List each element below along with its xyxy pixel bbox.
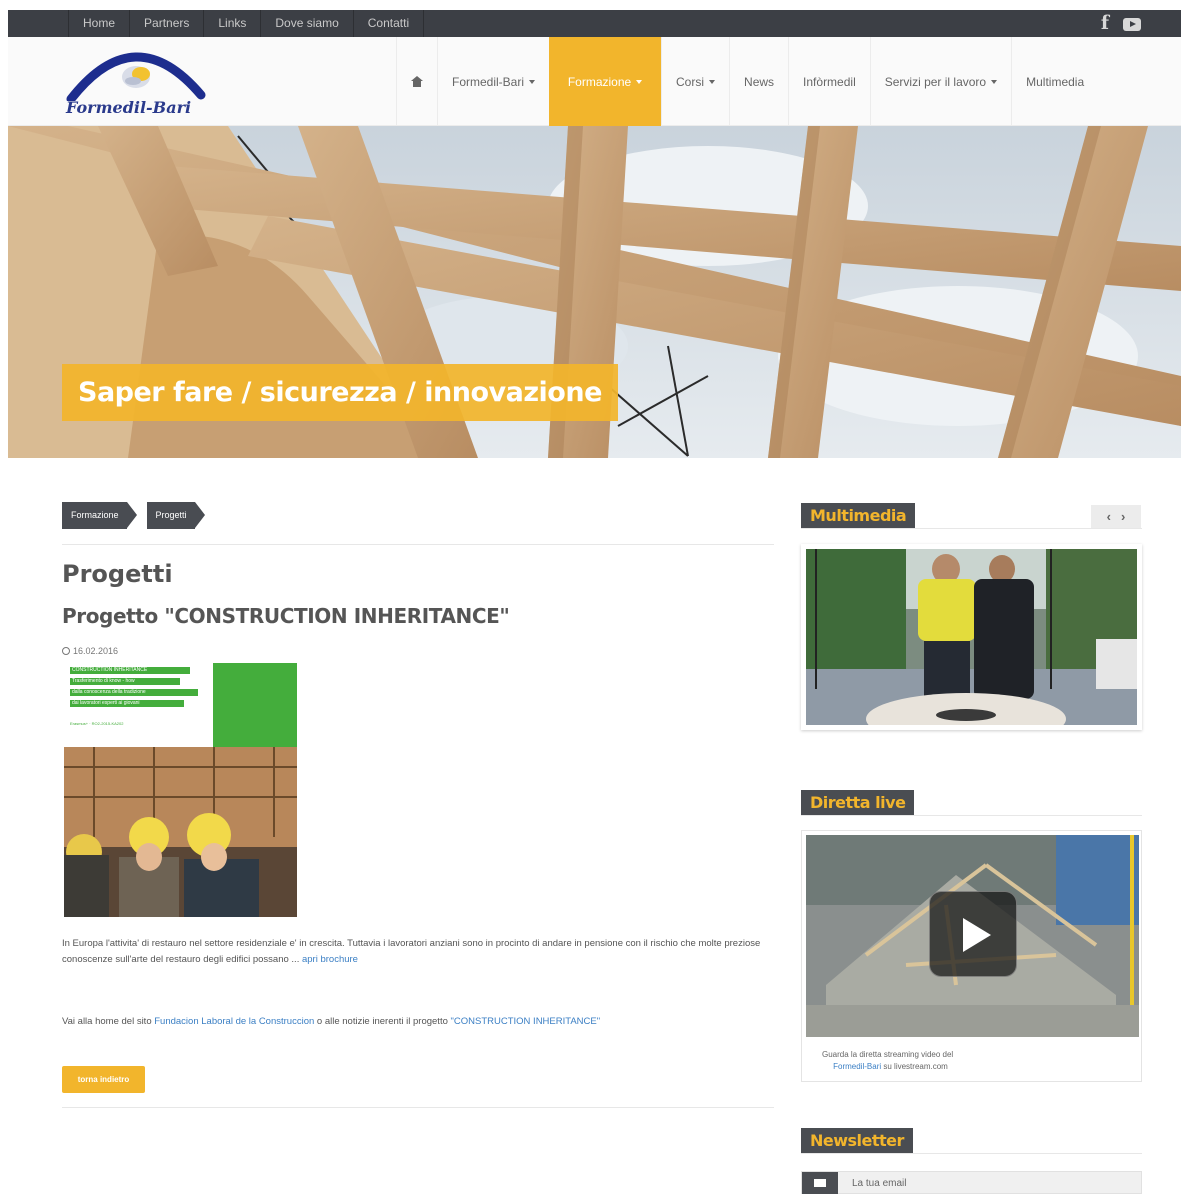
caret-down-icon	[709, 79, 716, 84]
nav-label: News	[744, 74, 775, 89]
back-button[interactable]: torna indietro	[62, 1066, 145, 1093]
envelope-icon	[802, 1172, 838, 1194]
top-link-partners[interactable]: Partners	[130, 10, 205, 37]
newsletter-email-field[interactable]: La tua email	[801, 1171, 1142, 1194]
nav-news[interactable]: News	[729, 37, 788, 126]
nav-label: Infòrmedil	[803, 74, 856, 89]
live-caption: Guarda la diretta streaming video del Fo…	[802, 1049, 1143, 1073]
live-video-player[interactable]	[806, 835, 1139, 1037]
divider	[801, 815, 1142, 816]
article-title[interactable]: Progetto "CONSTRUCTION INHERITANCE"	[62, 604, 510, 628]
nav-corsi[interactable]: Corsi	[661, 37, 729, 126]
brochure-image[interactable]: CONSTRUCTION INHERITANCE Trasferimento d…	[64, 663, 297, 917]
brochure-line: dalla conoscenza della tradizione	[70, 689, 198, 696]
breadcrumb-item-formazione[interactable]: Formazione	[62, 502, 136, 529]
live-stream-widget: Guarda la diretta streaming video del Fo…	[801, 830, 1142, 1082]
nav-multimedia[interactable]: Multimedia	[1011, 37, 1098, 126]
nav-label: Formedil-Bari	[452, 74, 525, 89]
nav-servizi[interactable]: Servizi per il lavoro	[869, 37, 1011, 126]
home-icon	[411, 76, 423, 87]
multimedia-slide[interactable]	[801, 544, 1142, 730]
article-links-paragraph: Vai alla home del sito Fundacion Laboral…	[62, 1014, 782, 1030]
top-link-dove-siamo[interactable]: Dove siamo	[261, 10, 354, 37]
caret-down-icon	[636, 79, 643, 84]
livestream-link[interactable]: Formedil-Bari	[833, 1062, 881, 1071]
nav-formazione[interactable]: Formazione	[549, 37, 662, 126]
brochure-small-text: Erasmus+ · RO2-2015-KA202	[70, 721, 124, 726]
newsletter-title: Newsletter	[801, 1128, 913, 1153]
divider	[801, 1153, 1142, 1154]
top-bar: Home Partners Links Dove siamo Contatti …	[8, 10, 1181, 37]
live-caption-text: Guarda la diretta streaming video del	[822, 1050, 954, 1059]
nav-formedil-bari[interactable]: Formedil-Bari	[437, 37, 549, 126]
live-title: Diretta live	[801, 790, 915, 815]
live-caption-text-2: su livestream.com	[883, 1062, 948, 1071]
clock-icon	[62, 647, 70, 655]
divider	[801, 528, 1142, 529]
caret-down-icon	[991, 79, 998, 84]
workers-photo	[64, 747, 297, 917]
hero-caption: Saper fare / sicurezza / innovazione	[62, 364, 618, 421]
article-date: 16.02.2016	[62, 646, 118, 656]
link-prefix: Vai alla home del sito	[62, 1016, 152, 1027]
breadcrumb-item-progetti[interactable]: Progetti	[146, 502, 205, 529]
logo-text: Formedil-Bari	[66, 98, 192, 117]
play-icon[interactable]	[929, 891, 1017, 977]
hero-banner: Saper fare / sicurezza / innovazione	[8, 126, 1181, 458]
chevron-left-icon[interactable]: ‹	[1107, 509, 1111, 524]
top-link-contatti[interactable]: Contatti	[354, 10, 425, 37]
social-links: f	[1101, 13, 1141, 33]
top-nav: Home Partners Links Dove siamo Contatti	[68, 10, 425, 37]
brochure-line: Trasferimento di know - how	[70, 678, 180, 685]
caret-down-icon	[529, 79, 536, 84]
logo-arc-icon	[66, 52, 206, 101]
project-news-link[interactable]: "CONSTRUCTION INHERITANCE"	[451, 1016, 601, 1027]
divider	[62, 1107, 774, 1108]
article-paragraph: In Europa l'attivita' di restauro nel se…	[62, 936, 782, 968]
nav-label: Corsi	[676, 74, 705, 89]
carousel-controls: ‹ ›	[1091, 505, 1141, 528]
youtube-icon[interactable]	[1123, 17, 1141, 31]
date-text: 16.02.2016	[73, 646, 119, 656]
top-link-home[interactable]: Home	[68, 10, 131, 37]
multimedia-photo	[806, 549, 1137, 725]
email-placeholder: La tua email	[852, 1178, 907, 1189]
brochure-link[interactable]: apri brochure	[302, 954, 358, 965]
nav-label: Multimedia	[1026, 74, 1085, 89]
brochure-green-block	[213, 663, 297, 747]
facebook-icon[interactable]: f	[1101, 13, 1109, 33]
chevron-right-icon[interactable]: ›	[1121, 509, 1125, 524]
main-nav: Formedil-Bari Formazione Corsi News Infò…	[396, 37, 1098, 126]
logo[interactable]: Formedil-Bari	[63, 39, 208, 123]
nav-label: Servizi per il lavoro	[884, 74, 987, 89]
nav-informedil[interactable]: Infòrmedil	[788, 37, 870, 126]
brochure-line: CONSTRUCTION INHERITANCE	[70, 667, 190, 674]
site-header: Formedil-Bari Formedil-Bari Formazione C…	[8, 37, 1181, 126]
page-title: Progetti	[62, 560, 173, 588]
multimedia-title: Multimedia	[801, 503, 916, 528]
nav-label: Formazione	[567, 74, 632, 89]
breadcrumb: Formazione Progetti	[62, 502, 215, 529]
fundacion-link[interactable]: Fundacion Laboral de la Construccion	[154, 1016, 314, 1027]
brochure-line: dai lavoratori esperti ai giovani	[70, 700, 184, 707]
nav-home[interactable]	[396, 37, 437, 126]
divider	[62, 544, 774, 545]
top-link-links[interactable]: Links	[204, 10, 262, 37]
article-text: In Europa l'attivita' di restauro nel se…	[62, 938, 761, 965]
link-middle: o alle notizie inerenti il progetto	[316, 1016, 448, 1027]
